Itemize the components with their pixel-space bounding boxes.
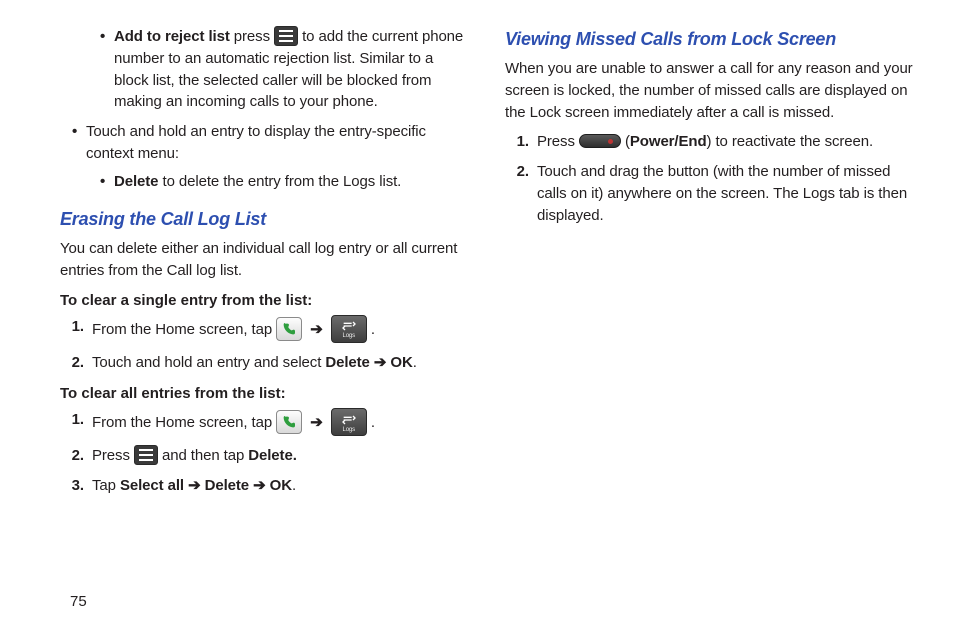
steps-missed-calls: Press (Power/End) to reactivate the scre… (505, 131, 914, 226)
step: Touch and hold an entry and select Delet… (88, 352, 469, 374)
text: press (230, 28, 274, 45)
arrow-icon: ➔ (310, 321, 322, 338)
logs-label: Logs (342, 333, 355, 339)
bullet-add-to-reject: Add to reject list press to add the curr… (100, 26, 469, 113)
bullet-context-menu: Touch and hold an entry to display the e… (72, 121, 469, 192)
text: and then tap (158, 447, 248, 464)
arrow: ➔ (370, 354, 391, 371)
bold: Power/End (630, 133, 707, 150)
phone-icon (276, 317, 302, 341)
bullet-delete: Delete to delete the entry from the Logs… (100, 171, 469, 193)
step: Press (Power/End) to reactivate the scre… (533, 131, 914, 153)
manual-page: Add to reject list press to add the curr… (0, 0, 954, 636)
step: From the Home screen, tap ➔ Logs . (88, 316, 469, 344)
page-number: 75 (70, 593, 87, 610)
right-column: Viewing Missed Calls from Lock Screen Wh… (505, 26, 914, 606)
bold: Delete (205, 477, 249, 494)
logs-icon: Logs (331, 408, 367, 436)
text: From the Home screen, tap (92, 321, 276, 338)
bold-label: Delete (114, 173, 158, 190)
step: Tap Select all ➔ Delete ➔ OK. (88, 475, 469, 497)
text: . (292, 477, 296, 494)
text: Tap (92, 477, 120, 494)
step: Touch and drag the button (with the numb… (533, 161, 914, 226)
nested-bullet-list: Delete to delete the entry from the Logs… (86, 171, 469, 193)
arrow-icon: ➔ (310, 414, 322, 431)
subhead-all: To clear all entries from the list: (60, 383, 469, 405)
text: Touch and drag the button (with the numb… (537, 163, 907, 224)
logs-glyph (341, 320, 357, 332)
bullet-list: Touch and hold an entry to display the e… (60, 121, 469, 192)
menu-icon (274, 26, 298, 46)
bold: Delete (325, 354, 369, 371)
text: . (371, 321, 375, 338)
arrow: ➔ (249, 477, 270, 494)
text: Touch and hold an entry to display the e… (86, 123, 426, 162)
phone-glyph (281, 414, 297, 430)
text: ) to reactivate the screen. (707, 133, 874, 150)
text: Press (92, 447, 134, 464)
steps-clear-all: From the Home screen, tap ➔ Logs . Press… (60, 409, 469, 497)
menu-icon (134, 445, 158, 465)
section-title-erasing: Erasing the Call Log List (60, 206, 469, 232)
sub-bullet-list: Add to reject list press to add the curr… (60, 26, 469, 113)
phone-icon (276, 410, 302, 434)
text: to delete the entry from the Logs list. (158, 173, 401, 190)
steps-clear-single: From the Home screen, tap ➔ Logs . Touch… (60, 316, 469, 374)
power-end-icon (579, 134, 621, 148)
bold-label: Add to reject list (114, 28, 230, 45)
text: Touch and hold an entry and select (92, 354, 325, 371)
text: Press (537, 133, 579, 150)
section-intro: When you are unable to answer a call for… (505, 58, 914, 123)
text: . (413, 354, 417, 371)
step: From the Home screen, tap ➔ Logs . (88, 409, 469, 437)
bold: OK (390, 354, 412, 371)
logs-label: Logs (342, 427, 355, 433)
arrow: ➔ (184, 477, 205, 494)
section-title-missed: Viewing Missed Calls from Lock Screen (505, 26, 914, 52)
subhead-single: To clear a single entry from the list: (60, 290, 469, 312)
left-column: Add to reject list press to add the curr… (60, 26, 469, 606)
logs-icon: Logs (331, 315, 367, 343)
bold: Select all (120, 477, 184, 494)
bold: OK (270, 477, 292, 494)
section-intro: You can delete either an individual call… (60, 238, 469, 282)
text: . (371, 414, 375, 431)
phone-glyph (281, 321, 297, 337)
bold: Delete. (248, 447, 297, 464)
logs-glyph (341, 414, 357, 426)
step: Press and then tap Delete. (88, 445, 469, 467)
text: From the Home screen, tap (92, 414, 276, 431)
